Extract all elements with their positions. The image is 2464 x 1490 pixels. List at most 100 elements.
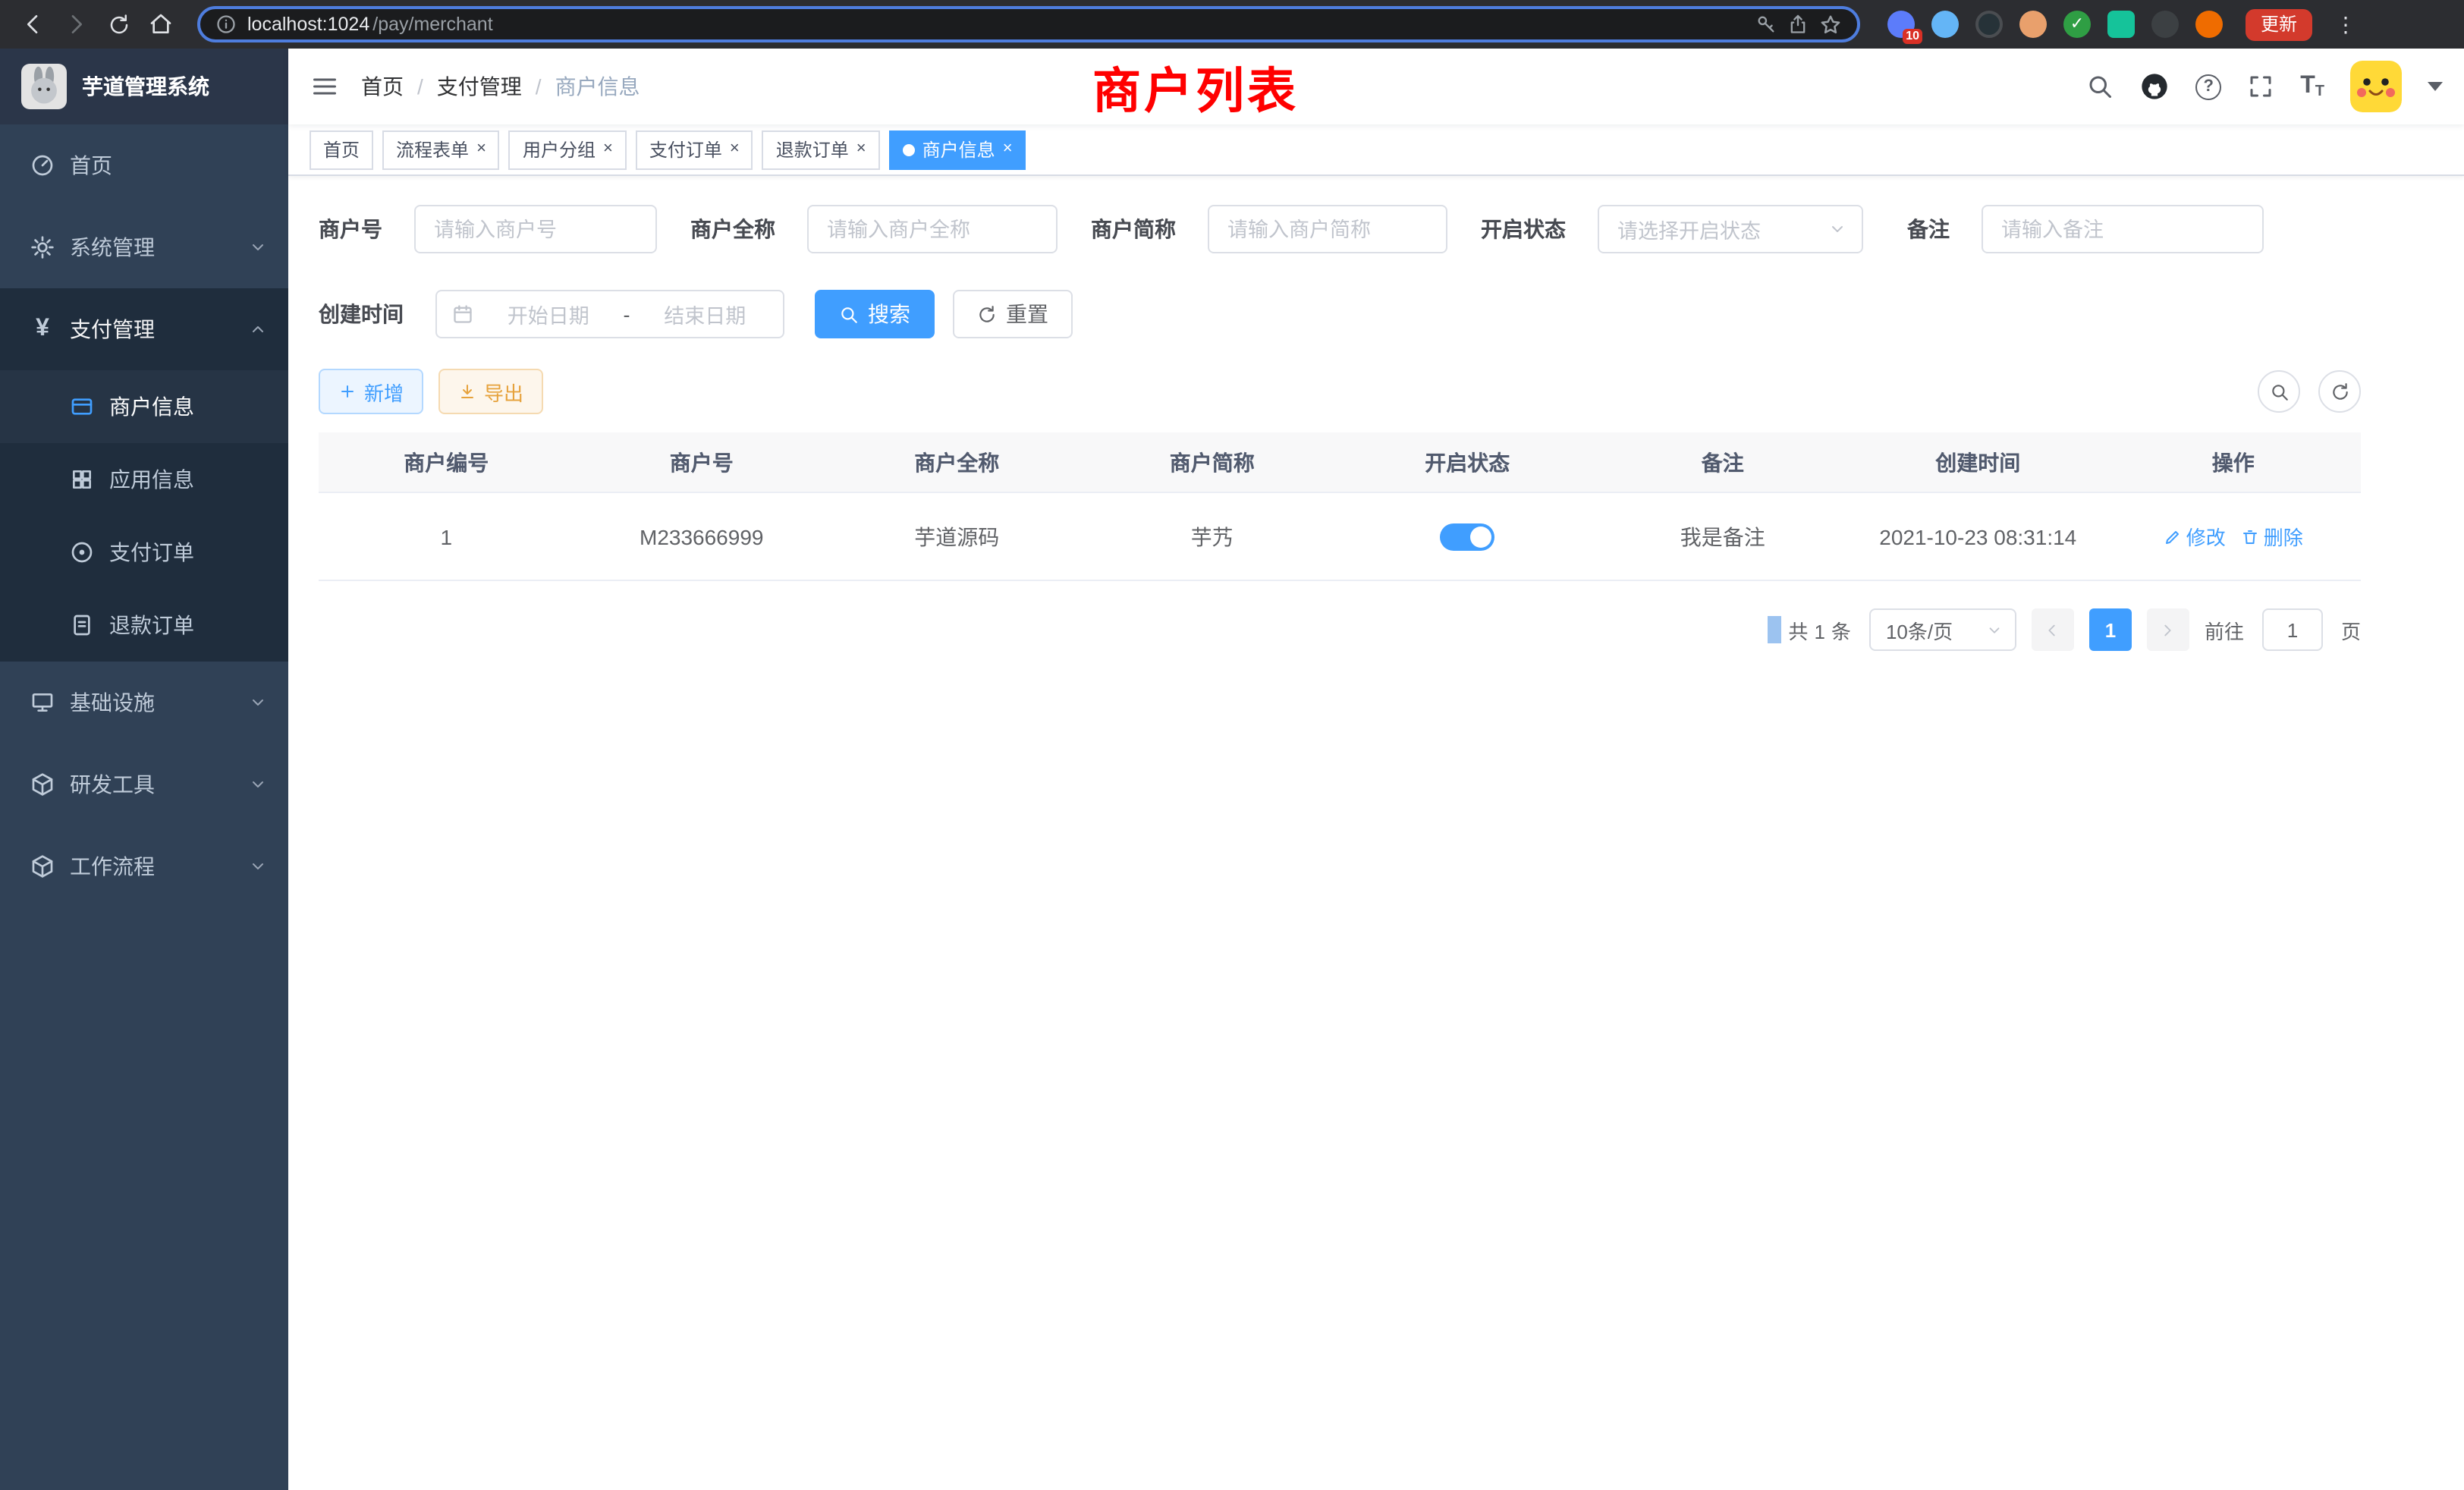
remark-input[interactable]	[1982, 205, 2264, 253]
tab-label: 流程表单	[396, 137, 469, 162]
close-icon[interactable]: ×	[730, 141, 740, 158]
end-date-placeholder: 结束日期	[643, 299, 768, 329]
sidebar-item-payment[interactable]: ¥ 支付管理	[0, 288, 288, 370]
merchant-no-input[interactable]	[414, 205, 657, 253]
prev-page-button[interactable]	[2032, 608, 2074, 651]
close-icon[interactable]: ×	[856, 141, 866, 158]
goto-page-input[interactable]	[2262, 608, 2323, 651]
extension-icon[interactable]	[2151, 11, 2179, 38]
back-button[interactable]	[15, 6, 52, 42]
sidebar-item-workflow[interactable]: 工作流程	[0, 825, 288, 907]
tab-process-form[interactable]: 流程表单 ×	[382, 130, 500, 169]
chevron-down-icon[interactable]	[2428, 82, 2443, 91]
column-header: 备注	[1595, 447, 1851, 477]
form-item-remark: 备注	[1897, 205, 2264, 253]
card-icon	[70, 395, 94, 419]
tab-refund-order[interactable]: 退款订单×	[762, 130, 880, 169]
extension-icon[interactable]	[1931, 11, 1959, 38]
export-button[interactable]: 导出	[438, 369, 543, 414]
goto-label: 前往	[2205, 615, 2244, 644]
tab-pay-order[interactable]: 支付订单 ×	[636, 130, 753, 169]
next-page-button[interactable]	[2147, 608, 2189, 651]
breadcrumb-separator: /	[536, 74, 542, 99]
search-icon[interactable]	[2086, 73, 2114, 100]
chevron-down-icon	[249, 238, 267, 256]
sidebar-item-app-info[interactable]: 应用信息	[0, 443, 288, 516]
close-icon[interactable]: ×	[1003, 141, 1013, 158]
tab-user-group[interactable]: 用户分组×	[509, 130, 627, 169]
edit-link[interactable]: 修改	[2164, 522, 2226, 551]
sidebar-item-label: 研发工具	[70, 769, 234, 800]
sidebar-toggle-icon[interactable]	[288, 49, 361, 124]
merchant-name-input[interactable]	[807, 205, 1058, 253]
sidebar-item-infrastructure[interactable]: 基础设施	[0, 662, 288, 743]
monitor-icon	[30, 690, 55, 715]
merchant-short-input[interactable]	[1208, 205, 1447, 253]
sidebar-group-payment: ¥ 支付管理 商户信息 应用信息 支付订单	[0, 288, 288, 662]
close-icon[interactable]: ×	[603, 141, 613, 158]
annotation-overlay: 商户列表	[1092, 53, 1299, 123]
sidebar-item-refund-order[interactable]: 退款订单	[0, 589, 288, 662]
tab-label: 首页	[323, 137, 360, 162]
bookmark-star-icon[interactable]	[1819, 13, 1842, 36]
search-icon	[839, 304, 859, 324]
cell-merchant-name: 芋道源码	[829, 521, 1085, 552]
close-icon[interactable]: ×	[476, 141, 486, 158]
sidebar-item-label: 退款订单	[109, 610, 267, 640]
address-bar[interactable]: localhost:1024/pay/merchant	[197, 6, 1860, 42]
delete-link[interactable]: 删除	[2241, 522, 2303, 551]
tab-label: 支付订单	[649, 137, 722, 162]
fullscreen-icon[interactable]	[2247, 73, 2274, 100]
search-button[interactable]: 搜索	[815, 290, 935, 338]
sidebar-item-home[interactable]: 首页	[0, 124, 288, 206]
help-icon[interactable]: ?	[2195, 74, 2221, 99]
reset-button[interactable]: 重置	[953, 290, 1073, 338]
extension-icon[interactable]	[2019, 11, 2047, 38]
column-header: 开启状态	[1340, 447, 1595, 477]
share-icon[interactable]	[1787, 14, 1809, 35]
url-host: localhost:1024	[247, 14, 369, 35]
chrome-update-button[interactable]: 更新	[2246, 8, 2312, 40]
tab-merchant-info[interactable]: 商户信息×	[889, 130, 1026, 169]
sidebar-submenu-payment: 商户信息 应用信息 支付订单 退款订单	[0, 370, 288, 662]
page-button-current[interactable]: 1	[2089, 608, 2132, 651]
add-button[interactable]: 新增	[319, 369, 423, 414]
status-select[interactable]: 请选择开启状态	[1598, 205, 1863, 253]
gear-icon	[30, 235, 55, 259]
font-size-icon[interactable]: TT	[2300, 73, 2324, 100]
page-size-select[interactable]: 10条/页	[1869, 608, 2016, 651]
plus-icon	[338, 382, 357, 401]
breadcrumb-home[interactable]: 首页	[361, 71, 404, 102]
table-header: 商户编号 商户号 商户全称 商户简称 开启状态 备注 创建时间 操作	[319, 432, 2361, 493]
sidebar-item-label: 支付管理	[70, 314, 234, 344]
sidebar-item-merchant-info[interactable]: 商户信息	[0, 370, 288, 443]
sidebar-item-devtools[interactable]: 研发工具	[0, 743, 288, 825]
tab-home[interactable]: 首页	[310, 130, 373, 169]
github-icon[interactable]	[2139, 71, 2170, 102]
chevron-down-icon	[249, 693, 267, 712]
site-info-icon[interactable]	[215, 14, 237, 35]
sidebar-item-label: 工作流程	[70, 851, 234, 882]
forward-button[interactable]	[58, 6, 94, 42]
home-button[interactable]	[143, 6, 179, 42]
page-unit-label: 页	[2341, 615, 2361, 644]
app-logo[interactable]: 芋道管理系统	[0, 49, 288, 124]
extension-icon[interactable]	[1975, 11, 2003, 38]
breadcrumb-payment[interactable]: 支付管理	[437, 71, 522, 102]
password-key-icon[interactable]	[1755, 14, 1777, 35]
create-time-range-picker[interactable]: 开始日期 - 结束日期	[435, 290, 784, 338]
toggle-search-button[interactable]	[2258, 370, 2300, 413]
reload-button[interactable]	[100, 6, 137, 42]
extension-icon[interactable]	[2107, 11, 2135, 38]
extension-icon[interactable]: 10	[1887, 11, 1915, 38]
sidebar-item-system[interactable]: 系统管理	[0, 206, 288, 288]
refresh-table-button[interactable]	[2318, 370, 2361, 413]
status-toggle[interactable]	[1440, 523, 1494, 550]
field-label: 商户全称	[690, 214, 807, 244]
profile-avatar[interactable]	[2195, 11, 2223, 38]
user-avatar[interactable]	[2350, 61, 2402, 112]
sidebar-item-pay-order[interactable]: 支付订单	[0, 516, 288, 589]
browser-menu-icon[interactable]: ⋮	[2335, 11, 2356, 37]
total-suffix: 条	[1831, 620, 1851, 643]
extension-icon[interactable]: ✓	[2063, 11, 2091, 38]
